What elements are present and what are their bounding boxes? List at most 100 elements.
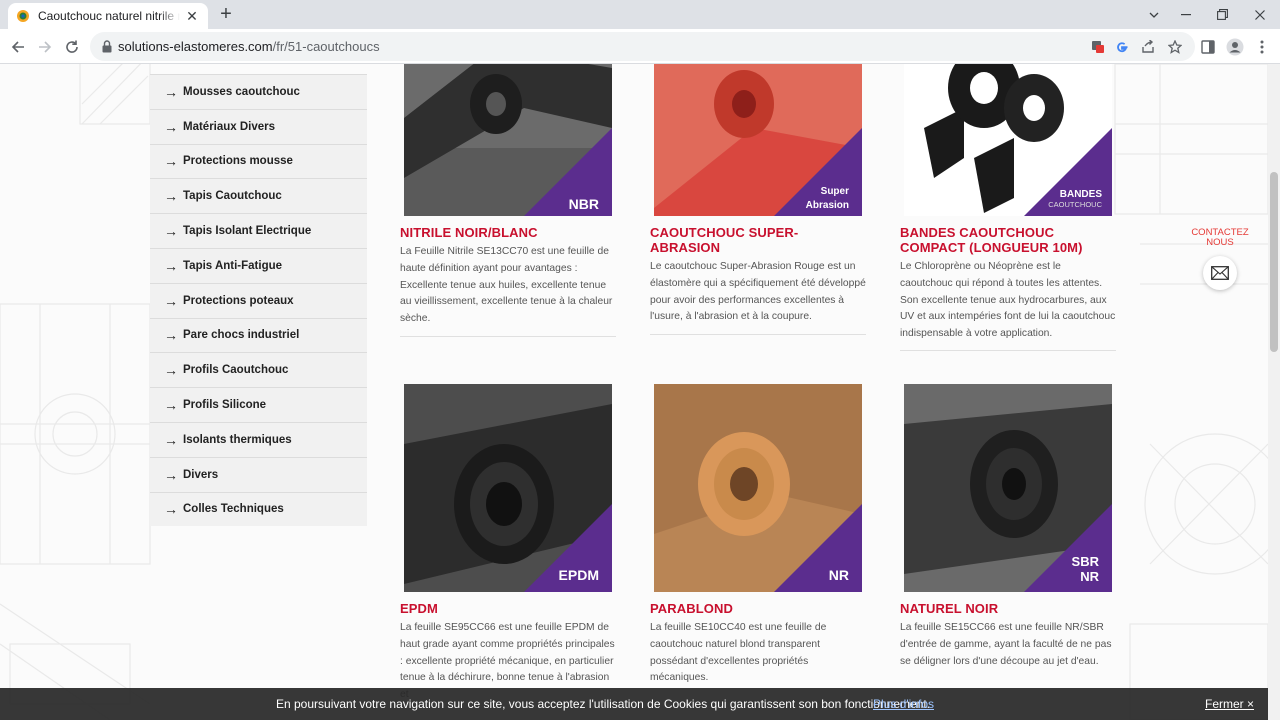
product-divider — [900, 350, 1116, 351]
mail-icon — [1211, 266, 1229, 280]
new-tab-button[interactable]: + — [216, 4, 236, 25]
browser-tab-strip: Caoutchouc naturel nitrile néoprène ✕ + — [0, 0, 1280, 29]
maximize-icon[interactable] — [1204, 0, 1240, 29]
badge-label: BANDES — [1060, 189, 1103, 200]
product-image[interactable]: NR — [654, 384, 862, 592]
page-scrollbar[interactable] — [1268, 64, 1280, 720]
arrow-right-icon: → — [164, 466, 178, 483]
badge-label: Abrasion — [806, 200, 849, 211]
sidebar-item-protections-mousse[interactable]: → Protections mousse — [150, 143, 367, 179]
sidebar-item-label: Profils Caoutchouc — [183, 364, 289, 377]
sidebar-item-profils-silicone[interactable]: → Profils Silicone — [150, 387, 367, 422]
sidebar-item-label: Divers — [183, 468, 219, 481]
cookie-banner: En poursuivant votre navigation sur ce s… — [0, 688, 1268, 720]
tab-search-icon[interactable] — [1136, 0, 1172, 29]
sidebar-item-tapis-isolant[interactable]: → Tapis Isolant Electrique — [150, 213, 367, 248]
minimize-icon[interactable] — [1168, 0, 1204, 29]
sidebar-item-label: Matériaux Divers — [183, 120, 276, 133]
cookie-message: En poursuivant votre navigation sur ce s… — [276, 697, 931, 711]
cookie-close-button[interactable]: Fermer × — [1205, 697, 1254, 711]
sidebar-item-colles-techniques[interactable]: → Colles Techniques — [150, 491, 367, 527]
badge-label: NR — [1080, 569, 1099, 584]
sidebar-item-label: Protections poteaux — [183, 294, 294, 307]
sidebar-item-label: Tapis Caoutchouc — [183, 190, 282, 203]
badge-label: EPDM — [559, 567, 599, 583]
arrow-right-icon: → — [164, 153, 178, 170]
url-host: solutions-elastomeres.com — [118, 39, 273, 54]
forward-icon[interactable] — [33, 35, 57, 59]
product-title[interactable]: BANDES CAOUTCHOUC COMPACT (LONGUEUR 10M) — [900, 225, 1116, 255]
sidebar-item-label: Colles Techniques — [183, 503, 284, 516]
sidebar-item-tapis-caoutchouc[interactable]: → Tapis Caoutchouc — [150, 178, 367, 213]
close-window-icon[interactable] — [1242, 0, 1278, 29]
sidebar-item-pare-chocs[interactable]: → Pare chocs industriel — [150, 317, 367, 353]
arrow-right-icon: → — [164, 327, 178, 344]
address-bar[interactable]: solutions-elastomeres.com/fr/51-caoutcho… — [90, 32, 1195, 61]
translate-icon[interactable] — [1089, 38, 1107, 56]
sidebar-item-protections-poteaux[interactable]: → Protections poteaux — [150, 282, 367, 318]
menu-icon[interactable] — [1250, 35, 1274, 59]
product-image[interactable]: BANDES CAOUTCHOUC — [904, 64, 1112, 216]
badge-label: Super — [821, 186, 849, 197]
arrow-right-icon: → — [164, 223, 178, 240]
url-text: solutions-elastomeres.com/fr/51-caoutcho… — [118, 39, 380, 54]
sidebar-item-label: Protections mousse — [183, 155, 293, 168]
product-description: Le Chloroprène ou Néoprène est le caoutc… — [900, 261, 1116, 340]
tab-close-icon[interactable]: ✕ — [184, 8, 200, 24]
product-description: La feuille SE10CC40 est une feuille de c… — [650, 622, 827, 684]
sidebar-item-label: Profils Silicone — [183, 399, 267, 412]
share-icon[interactable] — [1139, 38, 1157, 56]
product-title[interactable]: NITRILE NOIR/BLANC — [400, 225, 616, 241]
site-favicon-icon — [17, 10, 29, 22]
arrow-right-icon: → — [164, 397, 178, 414]
arrow-right-icon: → — [164, 257, 178, 274]
product-title[interactable]: PARABLOND — [650, 601, 866, 617]
sidebar-item-label: Tapis Anti-Fatigue — [183, 259, 283, 272]
url-path: /fr/51-caoutchoucs — [272, 39, 380, 54]
sidebar-item-label: Mousses caoutchouc — [183, 85, 300, 98]
browser-toolbar: solutions-elastomeres.com/fr/51-caoutcho… — [0, 29, 1280, 64]
profile-icon[interactable] — [1223, 35, 1247, 59]
arrow-right-icon: → — [164, 292, 178, 309]
product-image[interactable]: SBR NR — [904, 384, 1112, 592]
browser-tab[interactable]: Caoutchouc naturel nitrile néoprène ✕ — [8, 3, 208, 29]
product-image[interactable]: EPDM — [404, 384, 612, 592]
sidebar-item-label: Tapis Isolant Electrique — [183, 225, 312, 238]
badge-label: NBR — [569, 196, 599, 212]
contact-line-2: NOUS — [1206, 237, 1234, 248]
scrollbar-thumb[interactable] — [1270, 172, 1278, 352]
product-title[interactable]: CAOUTCHOUC SUPER-ABRASION — [650, 225, 866, 255]
sidebar-item-label: Pare chocs industriel — [183, 329, 300, 342]
arrow-right-icon: → — [164, 118, 178, 135]
product-title[interactable]: NATUREL NOIR — [900, 601, 1116, 617]
product-divider — [650, 334, 866, 335]
star-icon[interactable] — [1166, 38, 1184, 56]
sidebar-item-mousses-caoutchouc[interactable]: → Mousses caoutchouc — [150, 74, 367, 109]
product-description: La Feuille Nitrile SE13CC70 est une feui… — [400, 246, 613, 325]
product-description: La feuille SE15CC66 est une feuille NR/S… — [900, 622, 1112, 667]
tab-title: Caoutchouc naturel nitrile néoprène — [38, 9, 180, 23]
sidebar-item-isolants-thermiques[interactable]: → Isolants thermiques — [150, 421, 367, 457]
badge-label: CAOUTCHOUC — [1048, 200, 1102, 209]
reload-icon[interactable] — [60, 35, 84, 59]
arrow-right-icon: → — [164, 83, 178, 100]
contact-button[interactable] — [1203, 256, 1237, 290]
contact-label[interactable]: CONTACTEZ NOUS — [1186, 228, 1254, 248]
arrow-right-icon: → — [164, 431, 178, 448]
sidebar-item-divers[interactable]: → Divers — [150, 456, 367, 492]
lock-icon — [102, 40, 112, 53]
sidebar-icon[interactable] — [1196, 35, 1220, 59]
back-icon[interactable] — [6, 35, 30, 59]
product-image[interactable]: NBR — [404, 64, 612, 216]
arrow-right-icon: → — [164, 501, 178, 518]
arrow-right-icon: → — [164, 362, 178, 379]
badge-label: SBR — [1072, 554, 1100, 569]
product-image[interactable]: Super Abrasion — [654, 64, 862, 216]
sidebar-item-materiaux-divers[interactable]: → Matériaux Divers — [150, 108, 367, 144]
sidebar-item-tapis-anti-fatigue[interactable]: → Tapis Anti-Fatigue — [150, 247, 367, 283]
product-title[interactable]: EPDM — [400, 601, 616, 617]
google-icon[interactable] — [1113, 38, 1131, 56]
cookie-more-info-link[interactable]: Plus d'infos — [873, 697, 934, 711]
product-description: Le caoutchouc Super-Abrasion Rouge est u… — [650, 261, 866, 323]
sidebar-item-profils-caoutchouc[interactable]: → Profils Caoutchouc — [150, 352, 367, 387]
